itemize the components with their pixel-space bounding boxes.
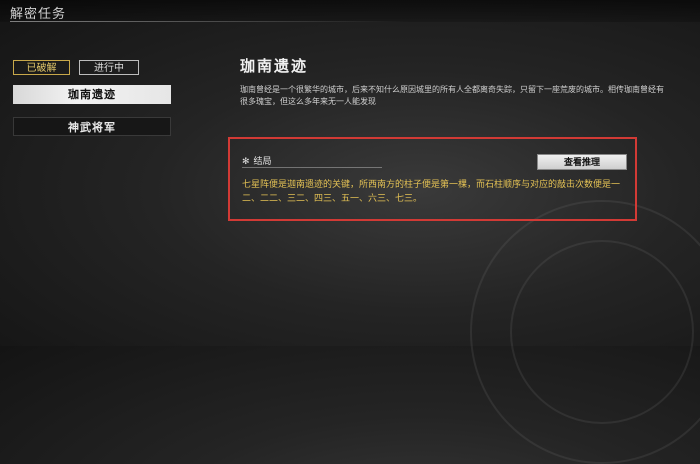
decorative-ring bbox=[510, 240, 694, 424]
view-reasoning-button[interactable]: 查看推理 bbox=[537, 154, 627, 170]
window-title: 解密任务 bbox=[10, 7, 67, 22]
result-label-text: 结局 bbox=[253, 157, 272, 167]
task-description: 珈南曾经是一个很繁华的城市，后来不知什么原因城里的所有人全都离奇失踪，只留下一座… bbox=[240, 85, 664, 106]
top-bar: 解密任务 bbox=[0, 0, 700, 22]
task-title: 珈南遗迹 bbox=[240, 57, 309, 75]
snowflake-icon: ✻ bbox=[242, 157, 250, 167]
filter-tab-solved[interactable]: 已破解 bbox=[13, 60, 70, 75]
filter-tab-in-progress[interactable]: 进行中 bbox=[79, 60, 139, 75]
task-item-jianan-ruins[interactable]: 珈南遗迹 bbox=[13, 85, 171, 104]
result-label-divider bbox=[242, 167, 382, 168]
task-item-shenwu-general[interactable]: 神武将军 bbox=[13, 117, 171, 136]
title-divider bbox=[10, 21, 410, 22]
result-text: 七星阵便是迦南遗迹的关键，所西南方的柱子便是第一棵，而石柱顺序与对应的敲击次数便… bbox=[242, 180, 621, 204]
result-heading: ✻ 结局 bbox=[242, 154, 272, 167]
result-panel: ✻ 结局 查看推理 七星阵便是迦南遗迹的关键，所西南方的柱子便是第一棵，而石柱顺序… bbox=[228, 137, 637, 221]
